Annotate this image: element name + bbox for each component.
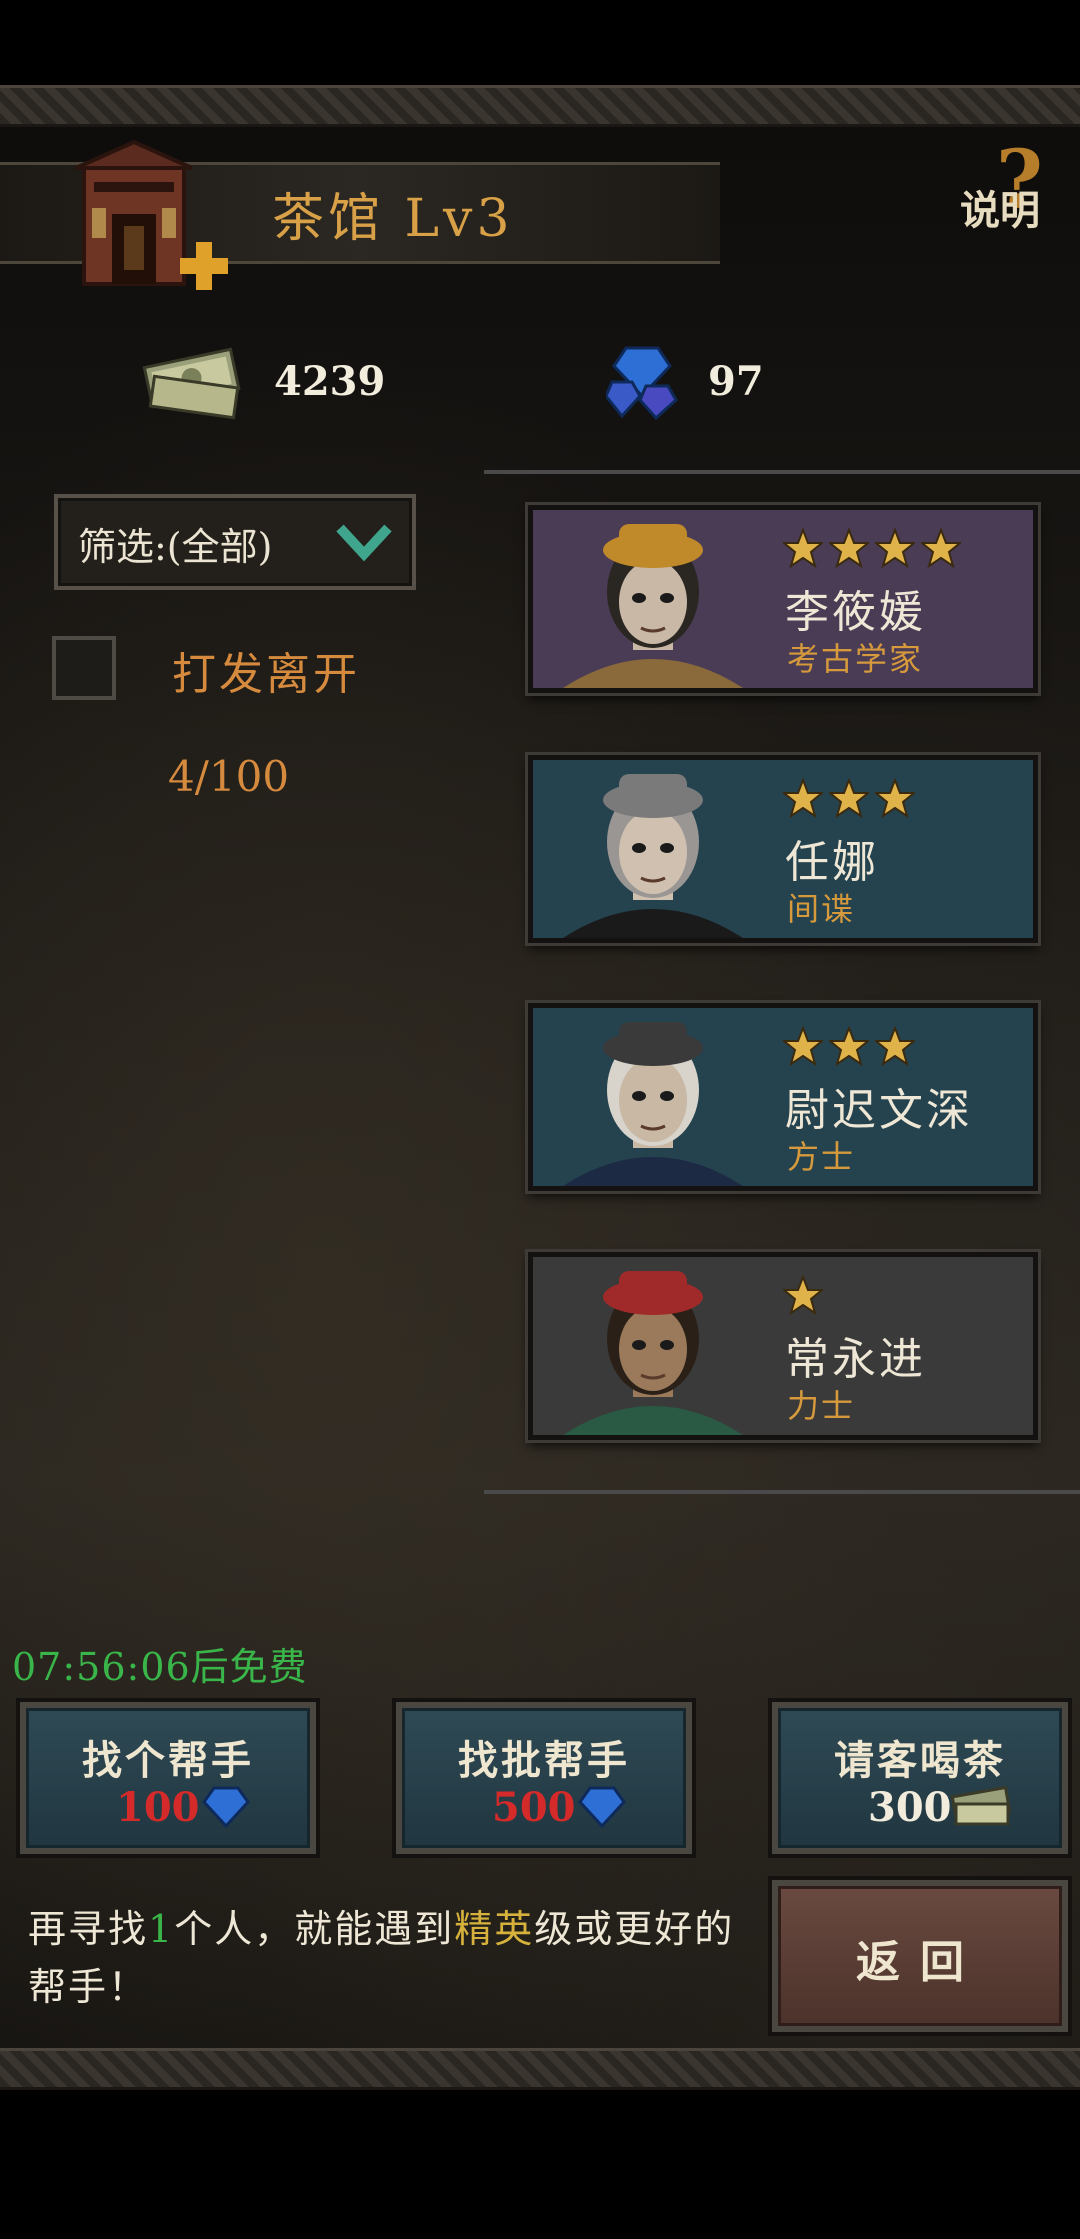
star-icon <box>829 778 869 818</box>
hint-part: 个人，就能遇到 <box>174 1907 455 1951</box>
chevron-down-icon <box>336 524 392 562</box>
help-label: 说明 <box>960 187 1040 234</box>
hero-name: 常永进 <box>785 1334 926 1385</box>
money-value: 4239 <box>274 358 386 405</box>
list-divider-bottom <box>484 1490 1080 1494</box>
upgrade-plus-icon[interactable] <box>178 240 230 292</box>
star-icon <box>829 528 869 568</box>
list-divider-top <box>484 470 1080 474</box>
action-cost: 500 <box>492 1784 576 1831</box>
hero-name: 尉迟文深 <box>785 1085 973 1136</box>
hero-class: 力士 <box>787 1387 856 1425</box>
action-label: 找个帮手 <box>82 1737 254 1784</box>
star-icon <box>875 1026 915 1066</box>
hero-class: 间谍 <box>787 890 856 928</box>
star-icon <box>875 528 915 568</box>
hero-portrait <box>563 1271 743 1435</box>
money-icon <box>142 347 241 420</box>
hint-elite: 精英 <box>454 1907 535 1951</box>
hero-class: 考古学家 <box>787 640 924 678</box>
gem-icon <box>606 346 678 420</box>
money-icon <box>950 1785 1012 1826</box>
star-icon <box>875 778 915 818</box>
filter-dropdown[interactable]: 筛选:(全部) <box>54 494 416 590</box>
hero-card[interactable]: 李筱媛 考古学家 <box>528 505 1038 693</box>
find-batch-helpers-button[interactable]: 找批帮手 500 <box>396 1702 692 1854</box>
hero-card[interactable]: 任娜 间谍 <box>528 755 1038 943</box>
hero-name: 任娜 <box>785 837 879 888</box>
back-button[interactable]: 返回 <box>772 1880 1068 2032</box>
hero-class: 方士 <box>787 1138 856 1176</box>
page-title: 茶馆 Lv3 <box>272 189 514 249</box>
hero-portrait <box>563 524 743 688</box>
hint-part: 再寻找 <box>28 1907 149 1951</box>
hero-name: 李筱媛 <box>785 587 926 638</box>
star-icon <box>829 1026 869 1066</box>
action-label: 请客喝茶 <box>834 1737 1006 1784</box>
action-cost: 300 <box>868 1784 952 1831</box>
hint-number: 1 <box>148 1907 175 1951</box>
star-icon <box>783 778 823 818</box>
star-icon <box>783 1026 823 1066</box>
dismiss-label[interactable]: 打发离开 <box>172 638 360 702</box>
hero-card[interactable]: 尉迟文深 方士 <box>528 1003 1038 1191</box>
gem-icon <box>202 1786 250 1828</box>
back-label: 返回 <box>856 1937 984 1988</box>
hero-portrait <box>563 774 743 938</box>
help-button[interactable]: ? 说明 <box>960 132 1080 240</box>
hero-card[interactable]: 常永进 力士 <box>528 1252 1038 1440</box>
gem-value: 97 <box>708 358 764 405</box>
roster-count: 4/100 <box>168 752 290 801</box>
treat-tea-button[interactable]: 请客喝茶 300 <box>772 1702 1068 1854</box>
money-display: 4239 <box>138 340 398 420</box>
hero-portrait <box>563 1022 743 1186</box>
bottom-border <box>0 2048 1080 2090</box>
filter-label: 筛选:(全部) <box>78 525 273 569</box>
star-icon <box>783 1275 823 1315</box>
free-timer: 07:56:06后免费 <box>12 1645 308 1689</box>
star-icon <box>921 528 961 568</box>
gem-icon <box>578 1786 626 1828</box>
find-one-helper-button[interactable]: 找个帮手 100 <box>20 1702 316 1854</box>
gem-display: 97 <box>606 340 806 420</box>
action-cost: 100 <box>116 1784 200 1831</box>
hint-text: 再寻找1个人，就能遇到精英级或更好的帮手！ <box>28 1900 748 2016</box>
action-label: 找批帮手 <box>458 1737 630 1784</box>
dismiss-checkbox[interactable] <box>52 636 116 700</box>
top-border <box>0 85 1080 127</box>
star-icon <box>783 528 823 568</box>
